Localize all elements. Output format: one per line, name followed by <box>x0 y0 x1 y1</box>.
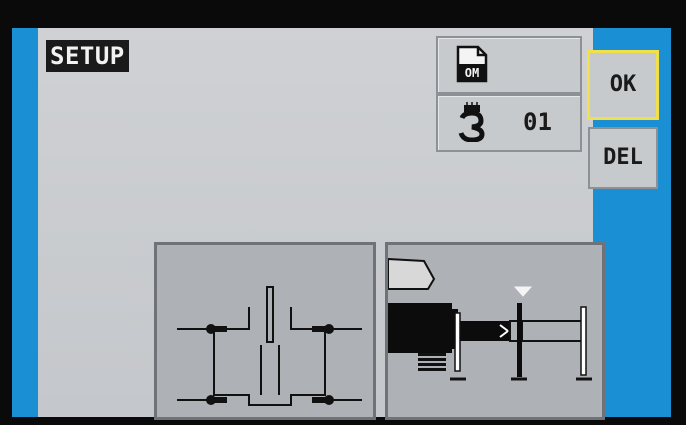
chassis-top-view <box>154 242 376 420</box>
chassis-side-view <box>385 242 605 420</box>
document-button[interactable]: OM <box>436 36 582 94</box>
device-screen: SETUP OM 01 OK DEL <box>12 28 671 420</box>
document-icon-label: OM <box>465 66 479 80</box>
setup-panel: SETUP OM 01 <box>38 28 605 420</box>
hook-value: 01 <box>523 108 552 136</box>
delete-button[interactable]: DEL <box>588 127 658 189</box>
ok-button[interactable]: OK <box>587 50 659 120</box>
hook-button[interactable]: 01 <box>436 94 582 152</box>
document-om-icon: OM <box>456 45 488 83</box>
crane-hook-icon <box>458 102 485 142</box>
page-title: SETUP <box>46 40 129 72</box>
chassis-top-diagram <box>177 286 362 406</box>
chassis-side-diagram <box>388 257 592 381</box>
